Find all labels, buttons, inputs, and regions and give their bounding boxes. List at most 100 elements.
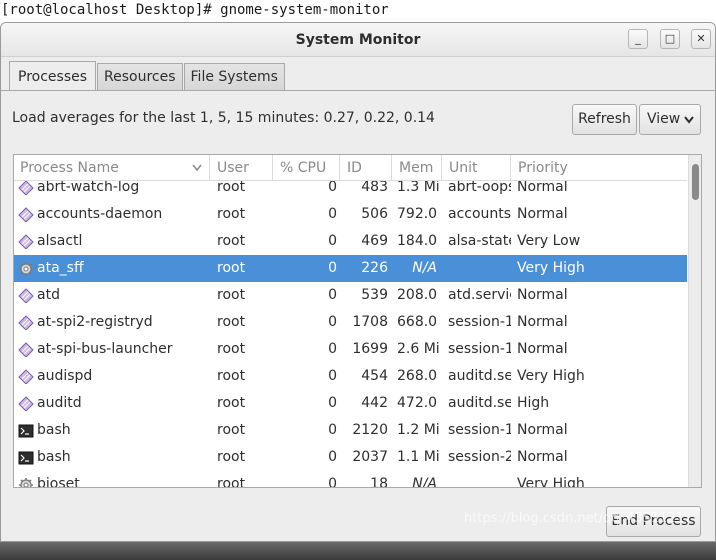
close-button[interactable]: ✕ bbox=[691, 29, 711, 49]
priority-cell: High bbox=[517, 395, 550, 411]
priority-cell: Normal bbox=[517, 341, 568, 357]
scrollbar-thumb[interactable] bbox=[692, 164, 699, 200]
user-cell: root bbox=[217, 449, 246, 465]
id-cell: 483 bbox=[361, 181, 388, 195]
column-header-user[interactable]: User bbox=[211, 155, 273, 181]
column-header-cpu[interactable]: % CPU bbox=[274, 155, 340, 181]
column-label: Process Name bbox=[20, 160, 119, 176]
tab-file-systems[interactable]: File Systems bbox=[183, 63, 285, 91]
id-cell: 506 bbox=[361, 206, 388, 222]
minimize-button[interactable]: _ bbox=[628, 29, 648, 49]
column-header-mem[interactable]: Mem bbox=[393, 155, 442, 181]
user-cell: root bbox=[217, 368, 246, 384]
mem-cell: 268.0 bbox=[397, 368, 438, 384]
vertical-scrollbar[interactable] bbox=[688, 155, 701, 487]
terminal-icon bbox=[18, 449, 34, 465]
column-header-priority[interactable]: Priority bbox=[512, 155, 687, 181]
cpu-cell: 0 bbox=[328, 368, 337, 384]
column-header-unit[interactable]: Unit bbox=[443, 155, 511, 181]
priority-cell: Normal bbox=[517, 181, 568, 195]
priority-cell: Normal bbox=[517, 206, 568, 222]
process-name-cell: bioset bbox=[37, 476, 80, 488]
maximize-button[interactable]: □ bbox=[660, 29, 680, 49]
table-body: abrt-watch-log root 0 483 1.3 Mi abrt-oops Nor… bbox=[14, 181, 687, 488]
terminal-icon bbox=[18, 422, 34, 438]
id-cell: 18 bbox=[370, 476, 388, 488]
table-row[interactable]: bioset root 0 18 N/A Very High bbox=[14, 471, 687, 488]
view-label: View bbox=[647, 111, 681, 127]
mem-cell: 1.3 Mi bbox=[397, 181, 440, 195]
id-cell: 469 bbox=[361, 233, 388, 249]
mem-cell: 1.2 Mi bbox=[397, 422, 440, 438]
tab-processes[interactable]: Processes bbox=[9, 61, 97, 91]
id-cell: 2120 bbox=[352, 422, 388, 438]
table-row[interactable]: at-spi-bus-launcher root 0 1699 2.6 Mi sessio… bbox=[14, 336, 687, 363]
user-cell: root bbox=[217, 395, 246, 411]
gear-diamond-icon bbox=[18, 206, 34, 222]
gear-diamond-icon bbox=[18, 287, 34, 303]
table-row[interactable]: auditd root 0 442 472.0 auditd.ser High bbox=[14, 390, 687, 417]
cpu-cell: 0 bbox=[328, 260, 337, 276]
table-row[interactable]: at-spi2-registryd root 0 1708 668.0 session-1… bbox=[14, 309, 687, 336]
unit-cell: accounts- bbox=[448, 206, 511, 222]
cpu-cell: 0 bbox=[328, 181, 337, 195]
unit-cell: session-1 bbox=[448, 314, 511, 330]
unit-cell: session-2 bbox=[448, 449, 511, 465]
processes-panel: Load averages for the last 1, 5, 15 minu… bbox=[1, 90, 715, 541]
process-name-cell: bash bbox=[37, 422, 71, 438]
id-cell: 442 bbox=[361, 395, 388, 411]
tab-bar: Processes Resources File Systems bbox=[9, 61, 286, 91]
process-table[interactable]: Process Name User % CPU ID Mem Unit Prio… bbox=[13, 154, 702, 488]
id-cell: 1708 bbox=[352, 314, 388, 330]
watermark-text: https://blog.csdn.net/qq_43511217 bbox=[464, 511, 693, 526]
close-icon: ✕ bbox=[696, 32, 706, 45]
process-name-cell: abrt-watch-log bbox=[37, 181, 140, 195]
cpu-cell: 0 bbox=[328, 476, 337, 488]
user-cell: root bbox=[217, 206, 246, 222]
priority-cell: Normal bbox=[517, 287, 568, 303]
kernel-gear-icon bbox=[18, 476, 34, 487]
cpu-cell: 0 bbox=[328, 449, 337, 465]
id-cell: 454 bbox=[361, 368, 388, 384]
priority-cell: Normal bbox=[517, 314, 568, 330]
table-row[interactable]: bash root 0 2037 1.1 Mi session-2 Normal bbox=[14, 444, 687, 471]
mem-cell: 668.0 bbox=[397, 314, 438, 330]
table-row[interactable]: accounts-daemon root 0 506 792.0 accounts- Nor… bbox=[14, 201, 687, 228]
chevron-down-icon bbox=[684, 116, 694, 124]
tab-resources[interactable]: Resources bbox=[97, 63, 183, 91]
priority-cell: Very High bbox=[517, 260, 585, 276]
cpu-cell: 0 bbox=[328, 341, 337, 357]
table-row[interactable]: bash root 0 2120 1.2 Mi session-1 Normal bbox=[14, 417, 687, 444]
table-row[interactable]: alsactl root 0 469 184.0 alsa-state Very Low bbox=[14, 228, 687, 255]
maximize-icon: □ bbox=[664, 32, 676, 45]
gear-diamond-icon bbox=[18, 314, 34, 330]
terminal-command-line: [root@localhost Desktop]# gnome-system-m… bbox=[0, 0, 716, 22]
view-menu-button[interactable]: View bbox=[639, 104, 701, 135]
process-name-cell: alsactl bbox=[37, 233, 83, 249]
gear-diamond-icon bbox=[18, 181, 34, 195]
cpu-cell: 0 bbox=[328, 206, 337, 222]
table-row[interactable]: audispd root 0 454 268.0 auditd.ser Very High bbox=[14, 363, 687, 390]
process-name-cell: ata_sff bbox=[37, 260, 84, 276]
column-header-process-name[interactable]: Process Name bbox=[14, 155, 210, 181]
unit-cell: auditd.ser bbox=[448, 368, 511, 384]
mem-cell: N/A bbox=[412, 476, 437, 488]
unit-cell: session-1 bbox=[448, 341, 511, 357]
gear-diamond-icon bbox=[18, 341, 34, 357]
process-name-cell: atd bbox=[37, 287, 60, 303]
process-name-cell: auditd bbox=[37, 395, 82, 411]
unit-cell bbox=[448, 471, 511, 487]
table-row[interactable]: abrt-watch-log root 0 483 1.3 Mi abrt-oops Nor… bbox=[14, 181, 687, 201]
kernel-gear-icon bbox=[18, 260, 34, 276]
refresh-button[interactable]: Refresh bbox=[572, 104, 637, 135]
column-header-id[interactable]: ID bbox=[341, 155, 392, 181]
table-row[interactable]: ata_sff root 0 226 N/A Very High bbox=[14, 255, 687, 282]
title-bar[interactable]: System Monitor _ □ ✕ bbox=[1, 23, 715, 57]
window-title: System Monitor bbox=[295, 32, 421, 48]
table-row[interactable]: atd root 0 539 208.0 atd.servic Normal bbox=[14, 282, 687, 309]
mem-cell: 2.6 Mi bbox=[397, 341, 440, 357]
desktop-bottom-bar bbox=[0, 542, 716, 560]
unit-cell bbox=[448, 255, 511, 282]
priority-cell: Normal bbox=[517, 422, 568, 438]
id-cell: 539 bbox=[361, 287, 388, 303]
